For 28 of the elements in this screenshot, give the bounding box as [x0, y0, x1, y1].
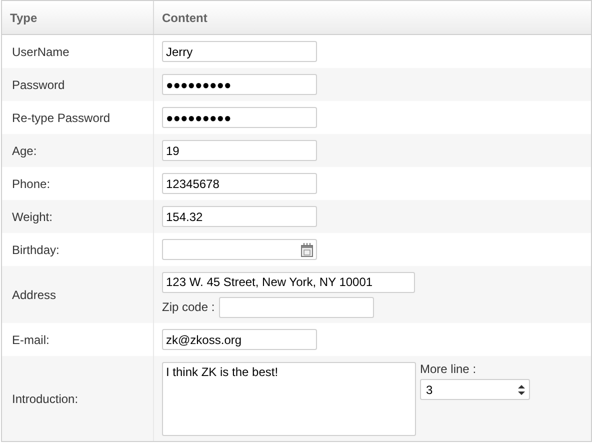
field-label: Phone: — [12, 176, 50, 190]
input-field[interactable]: ●●●●●●●●● — [162, 107, 317, 128]
field-label: Age: — [12, 144, 37, 158]
calendar-icon[interactable] — [301, 242, 313, 256]
field-label: More line : — [420, 362, 478, 376]
column-header: Content — [161, 10, 208, 26]
date-field[interactable] — [162, 239, 317, 260]
spinner-arrows-icon[interactable] — [518, 384, 525, 394]
field-label: Introduction: — [12, 392, 78, 406]
input-field[interactable]: 123 W. 45 Street, New York, NY 10001 — [162, 272, 415, 292]
field-label: Weight: — [12, 210, 52, 224]
field-label: E-mail: — [12, 332, 50, 346]
input-field[interactable]: ●●●●●●●●● — [162, 74, 317, 95]
column-header: Type — [2, 1, 154, 34]
field-label: UserName — [12, 44, 70, 58]
field-label: Zip code : — [162, 300, 215, 314]
input-field[interactable]: Jerry — [162, 41, 317, 62]
input-field[interactable]: 12345678 — [162, 173, 317, 194]
field-label: Re-type Password — [12, 110, 110, 124]
field-label: Password — [12, 78, 65, 92]
spinner-field[interactable]: 3 — [420, 379, 530, 400]
text-area[interactable]: I think ZK is the best! — [162, 362, 416, 436]
input-field[interactable]: 19 — [162, 140, 317, 161]
field-label: Address — [12, 288, 56, 302]
input-field[interactable]: 154.32 — [162, 206, 317, 227]
input-field[interactable]: zk@zkoss.org — [162, 329, 317, 350]
input-field[interactable] — [218, 296, 374, 318]
field-label: Birthday: — [12, 242, 60, 256]
